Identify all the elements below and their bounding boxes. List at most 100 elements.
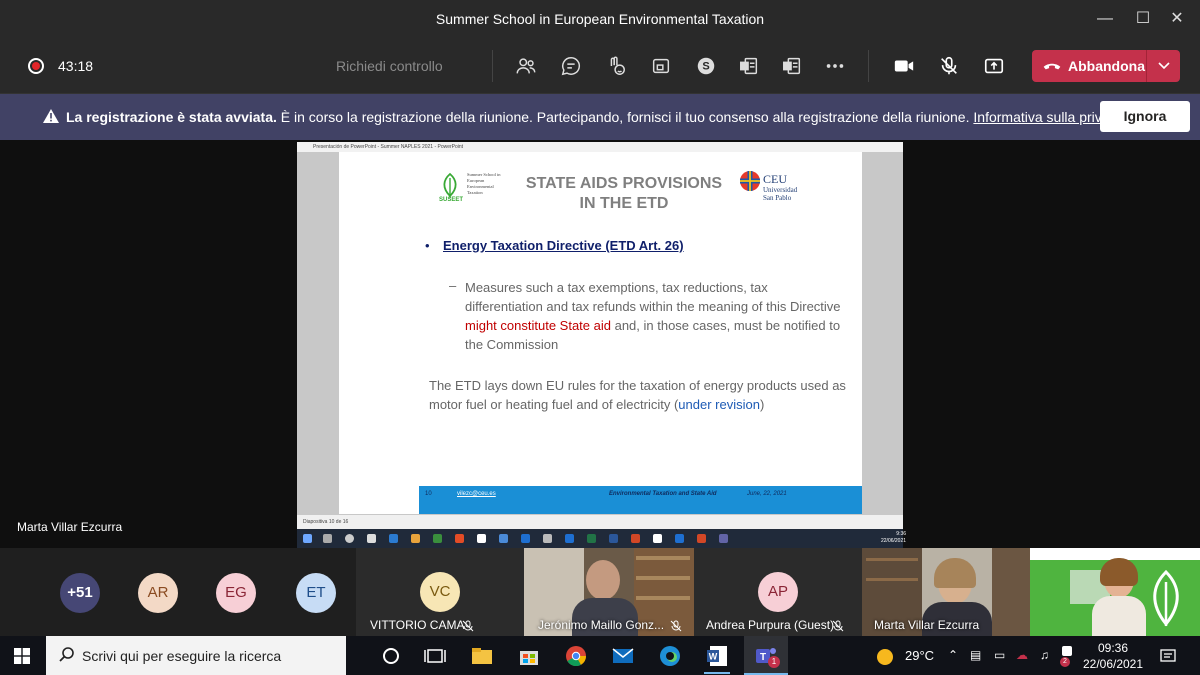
participant-avatar: AP [758, 572, 798, 612]
forms-app-icon[interactable] [735, 52, 763, 80]
teams-badge: 1 [768, 656, 780, 668]
participant-name: Marta Villar Ezcurra [874, 618, 980, 632]
mail-icon[interactable] [610, 643, 636, 669]
leave-label: Abbandona [1068, 58, 1145, 74]
mic-muted-icon [832, 620, 844, 632]
skype-app-icon[interactable]: S [692, 52, 720, 80]
cortana-icon[interactable] [378, 643, 404, 669]
footer-email: vilezc@ceu.es [457, 491, 496, 497]
tray-app-icon[interactable]: 2 [1060, 646, 1074, 667]
ceu-sub1: Universidad [763, 186, 798, 194]
slide-title-line2: IN THE ETD [579, 195, 669, 212]
banner-message: È in corso la registrazione della riunio… [276, 109, 970, 125]
weather-sun-icon [877, 649, 893, 665]
ceu-logo: CEU Universidad San Pablo [737, 168, 807, 204]
participant-avatar[interactable]: AR [138, 573, 178, 613]
request-control-button[interactable]: Richiedi controllo [336, 58, 443, 74]
tray-chevron-up-icon[interactable]: ⌃ [948, 648, 958, 662]
warning-icon [43, 109, 59, 123]
svg-text:T: T [760, 652, 766, 663]
banner-text: La registrazione è stata avviata. È in c… [66, 109, 1124, 125]
participant-avatar: VC [420, 572, 460, 612]
mic-muted-icon[interactable] [935, 52, 963, 80]
participant-video-tile[interactable]: Jerónimo Maillo Gonz... [524, 548, 694, 636]
camera-icon[interactable] [890, 52, 918, 80]
chat-icon[interactable] [557, 52, 585, 80]
ceu-sub2: San Pablo [763, 194, 792, 202]
title-bar: Summer School in European Environmental … [0, 0, 1200, 38]
more-options-icon[interactable] [821, 52, 849, 80]
forms-app-icon-2[interactable] [778, 52, 806, 80]
cloud-sync-icon[interactable]: ☁ [1016, 648, 1028, 662]
meeting-timer: 43:18 [58, 58, 94, 74]
sub-text-red: might constitute State aid [465, 318, 611, 333]
shared-clock-time: 9:36 [896, 531, 907, 537]
ceu-subtitle: Universidad San Pablo [763, 186, 797, 202]
participant-name: Andrea Purpura (Guest) [706, 618, 835, 632]
reactions-icon[interactable] [602, 52, 630, 80]
search-icon [59, 647, 74, 662]
participant-video-tile[interactable]: Marta Villar Ezcurra [862, 548, 1030, 636]
close-icon[interactable]: ✕ [1154, 6, 1200, 32]
notifications-icon[interactable] [1160, 648, 1176, 664]
suseet-text: Summer School in European Environmental … [467, 172, 501, 195]
share-screen-icon[interactable] [980, 52, 1008, 80]
bullet-dot: • [425, 238, 430, 253]
slide-footer: 10 vilezc@ceu.es Environmental Taxation … [419, 486, 862, 514]
slide-bullet: Energy Taxation Directive (ETD Art. 26) [443, 238, 684, 253]
slide-title: STATE AIDS PROVISIONS IN THE ETD [509, 174, 739, 214]
footer-date: June, 22, 2021 [747, 491, 787, 497]
sub-bullet-dash: – [449, 278, 457, 293]
weather-temp[interactable]: 29°C [905, 648, 934, 663]
sub-text-1: Measures such a tax exemptions, tax redu… [465, 280, 841, 314]
shared-screen: Presentación de PowerPoint - Summer NAPL… [297, 142, 906, 549]
participant-strip: +51 AR EG ET VC VITTORIO CAMA Jerónimo M… [0, 548, 1200, 636]
ppt-window-title: Presentación de PowerPoint - Summer NAPL… [297, 142, 903, 152]
ceu-emblem-icon [740, 171, 760, 191]
mic-muted-icon [462, 620, 474, 632]
recording-banner: La registrazione è stata avviata. È in c… [0, 94, 1200, 140]
rooms-icon[interactable] [647, 52, 675, 80]
svg-text:S: S [702, 61, 709, 73]
slide-title-line1: STATE AIDS PROVISIONS [525, 175, 723, 192]
participant-name: Jerónimo Maillo Gonz... [538, 618, 665, 632]
windows-start-icon[interactable] [14, 648, 30, 664]
note-text-1: The ETD lays down EU rules for the taxat… [429, 378, 846, 412]
slide-sub-bullet: Measures such a tax exemptions, tax redu… [465, 278, 845, 354]
participant-name: VITTORIO CAMA [370, 618, 465, 632]
recording-icon [28, 58, 44, 74]
taskbar-search[interactable]: Scrivi qui per eseguire la ricerca [46, 636, 346, 675]
meeting-toolbar: 43:18 Richiedi controllo S Abbandona [0, 38, 1200, 94]
banner-bold-text: La registrazione è stata avviata. [66, 109, 277, 125]
svg-text:W: W [709, 652, 718, 662]
participant-video-tile[interactable] [1030, 548, 1200, 636]
file-explorer-icon[interactable] [469, 643, 495, 669]
tray-badge: 2 [1060, 657, 1070, 667]
edge-icon[interactable] [657, 643, 683, 669]
task-view-icon[interactable] [422, 643, 448, 669]
shared-taskbar: 9:36 22/06/2021 [297, 529, 906, 549]
ignore-button[interactable]: Ignora [1100, 101, 1190, 132]
taskbar-clock[interactable]: 09:36 22/06/2021 [1080, 640, 1146, 672]
phone-hangup-icon [1043, 63, 1061, 70]
display-icon[interactable]: ▭ [994, 648, 1005, 662]
volume-icon[interactable]: ♫ [1040, 648, 1049, 662]
slide-note: The ETD lays down EU rules for the taxat… [429, 376, 849, 414]
wifi-icon[interactable]: ▤ [970, 648, 981, 662]
participant-avatar[interactable]: ET [296, 573, 336, 613]
window-title: Summer School in European Environmental … [435, 11, 765, 27]
more-participants-badge[interactable]: +51 [60, 573, 100, 613]
participant-tile[interactable]: AP Andrea Purpura (Guest) [694, 548, 862, 636]
chevron-down-icon[interactable] [1156, 57, 1172, 73]
participants-icon[interactable] [512, 52, 540, 80]
shared-clock: 9:36 22/06/2021 [881, 531, 906, 545]
leave-button[interactable]: Abbandona [1032, 50, 1180, 82]
participant-avatar[interactable]: EG [216, 573, 256, 613]
slide: SUSEET Summer School in European Environ… [339, 152, 862, 514]
word-icon[interactable]: W [704, 643, 730, 669]
shared-clock-date: 22/06/2021 [881, 538, 907, 544]
teams-taskbar-button[interactable]: T 1 [744, 636, 788, 675]
participant-tile[interactable]: VC VITTORIO CAMA [356, 548, 524, 636]
chrome-icon[interactable] [563, 643, 589, 669]
store-icon[interactable] [516, 643, 542, 669]
